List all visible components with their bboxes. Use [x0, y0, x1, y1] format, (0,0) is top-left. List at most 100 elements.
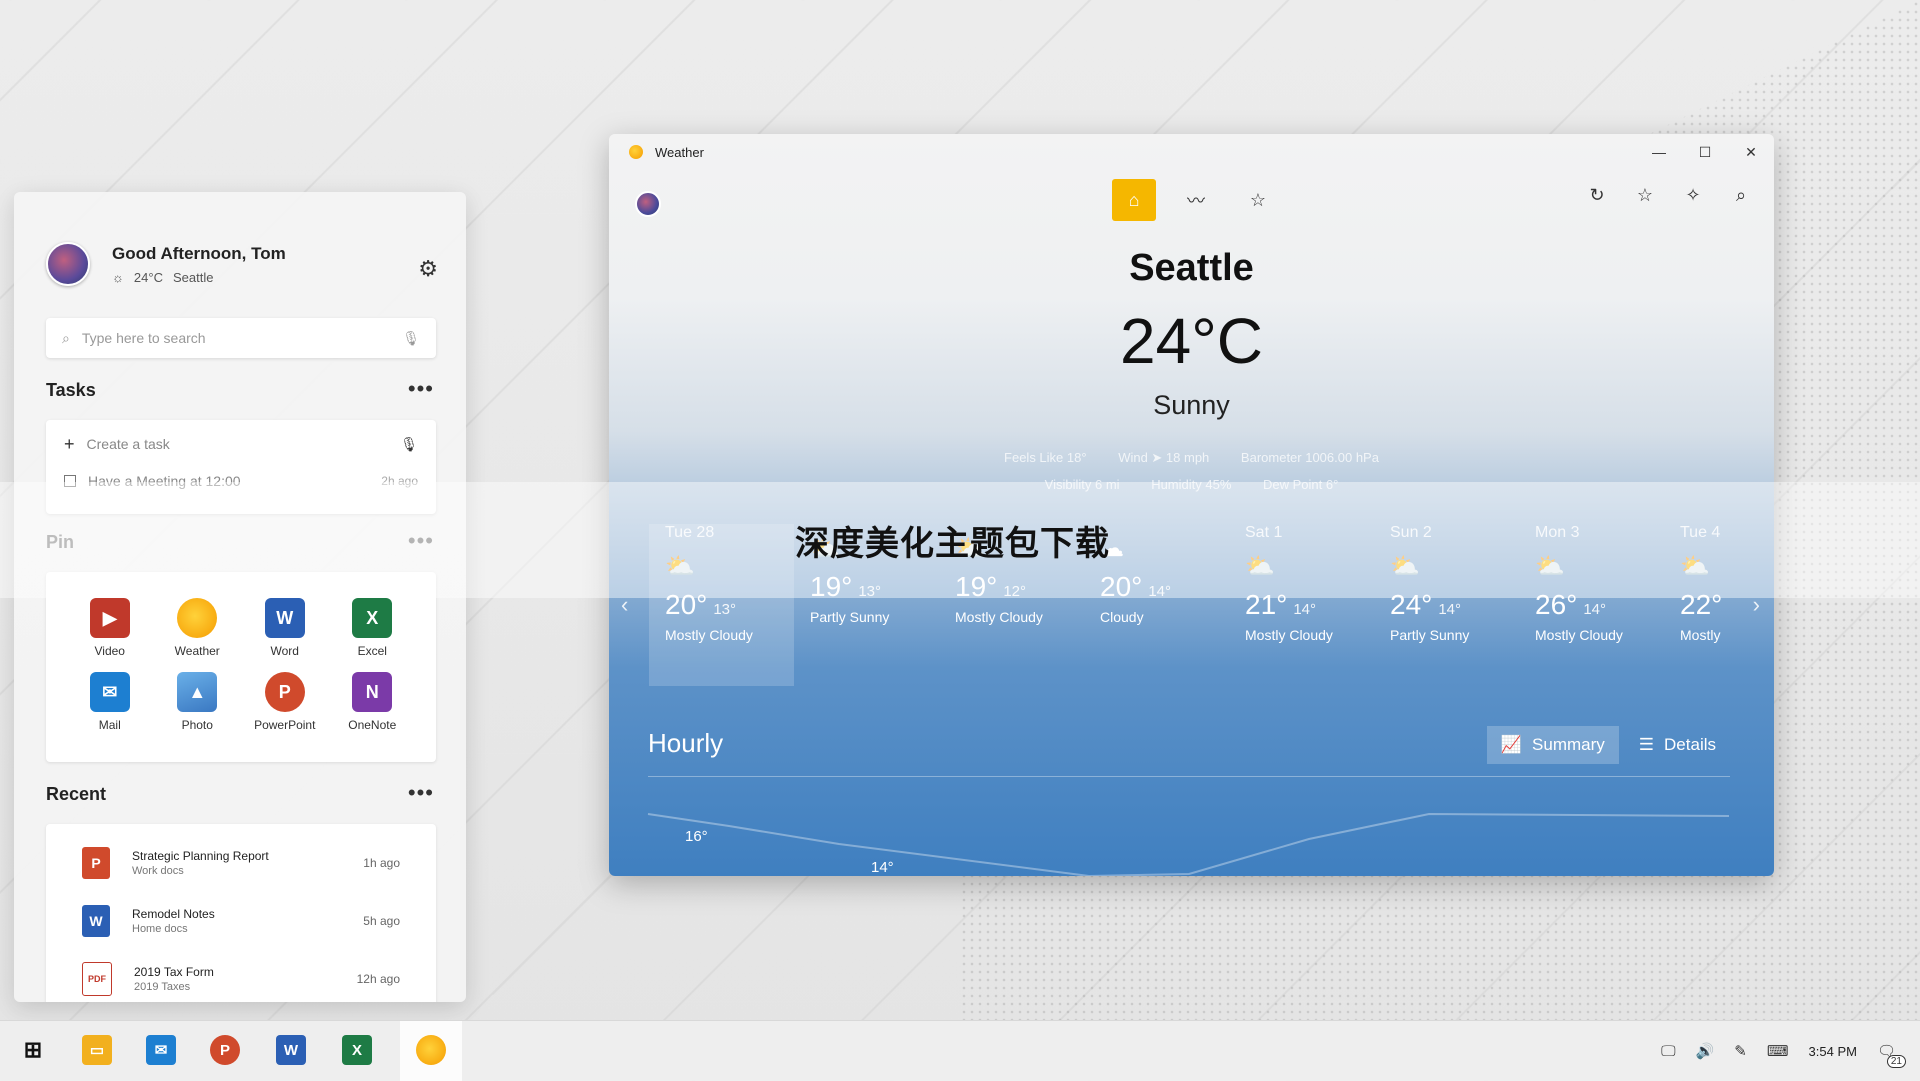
pinned-app-excel[interactable]: X Excel — [329, 598, 417, 658]
search-placeholder: Type here to search — [81, 330, 206, 346]
pen-icon[interactable]: ✎ — [1734, 1042, 1747, 1060]
refresh-icon[interactable]: ↻ — [1580, 178, 1614, 212]
search-input[interactable]: ⌕ Type here to search 🎙 — [46, 318, 436, 358]
gear-icon[interactable]: ⚙ — [418, 256, 438, 282]
forecast-condition: Mostly Cloudy — [665, 627, 753, 643]
recent-name: Strategic Planning Report — [132, 849, 269, 863]
city-name: Seattle — [1129, 247, 1254, 289]
system-tray: 🖵 🔊 ✎ ⌨ 3:54 PM 🗨 21 — [1661, 1021, 1920, 1081]
clock[interactable]: 3:54 PM — [1809, 1044, 1857, 1059]
recent-more-icon[interactable]: ••• — [408, 780, 434, 806]
feels-like: Feels Like 18° — [1004, 450, 1087, 465]
hourly-temp-label: 14° — [871, 859, 894, 876]
forecast-low: 14° — [1293, 601, 1317, 618]
notification-icon[interactable]: 🗨 21 — [1877, 1042, 1906, 1068]
hourly-title: Hourly — [648, 728, 724, 758]
forecast-low: 14° — [1438, 601, 1462, 618]
hourly-temp-label: 16° — [685, 828, 708, 845]
volume-icon[interactable]: 🔊 — [1696, 1042, 1715, 1060]
recent-name: 2019 Tax Form — [134, 965, 214, 979]
create-task-field[interactable]: + Create a task 🎙 — [46, 424, 436, 464]
summary-label: Summary — [1532, 735, 1605, 754]
greeting-city: Seattle — [172, 269, 214, 285]
wind: Wind ➤ 18 mph — [1118, 450, 1210, 465]
file-explorer-icon[interactable]: ▭ — [82, 1035, 112, 1065]
microphone-icon[interactable]: 🎙 — [400, 436, 418, 453]
pinned-app-photo[interactable]: ▲ Photo — [154, 672, 242, 732]
title-bar[interactable]: Weather — [609, 134, 1774, 170]
greeting-weather: ☼ 24°C Seattle — [112, 270, 286, 285]
onenote-icon: N — [352, 672, 393, 712]
search-icon: ⌕ — [62, 329, 70, 346]
powerpoint-icon: P — [264, 672, 305, 712]
app-label: Weather — [174, 644, 220, 658]
recent-item[interactable]: PDF 2019 Tax Form 2019 Taxes 12h ago — [46, 950, 436, 1002]
window-title: Weather — [655, 144, 704, 160]
forecast-condition: Mostly C — [1680, 627, 1723, 643]
current-temperature: 24°C — [1120, 305, 1263, 377]
pinned-app-mail[interactable]: ✉ Mail — [66, 672, 154, 732]
recent-item[interactable]: P Strategic Planning Report Work docs 1h… — [46, 834, 436, 892]
powerpoint-icon[interactable]: P — [210, 1035, 240, 1065]
details-button[interactable]: ☰ Details — [1625, 726, 1730, 764]
recent-title: Recent — [46, 784, 107, 804]
avatar[interactable] — [635, 191, 661, 217]
greeting-title: Good Afternoon, Tom — [112, 243, 286, 263]
greeting-temp: 24°C — [133, 269, 163, 285]
recent-time: 5h ago — [363, 914, 400, 928]
word-icon: W — [264, 598, 305, 638]
forecast-low: 14° — [1583, 601, 1607, 618]
weather-icon[interactable] — [416, 1035, 446, 1065]
app-label: Excel — [357, 644, 387, 658]
weather-toolbar: ↻ ☆ ✧ ⌕ — [1580, 178, 1758, 212]
pinned-app-word[interactable]: W Word — [241, 598, 329, 658]
avatar[interactable] — [46, 242, 90, 286]
forecast-condition: Partly Sunny — [810, 609, 890, 625]
start-icon[interactable]: ⊞ — [18, 1035, 48, 1065]
tasks-more-icon[interactable]: ••• — [408, 376, 434, 402]
video-icon: ▶ — [89, 598, 130, 638]
sun-icon: ☼ — [112, 269, 124, 285]
details-icon: ☰ — [1638, 735, 1655, 754]
pdf-icon: PDF — [82, 962, 112, 996]
hourly-line — [647, 812, 1730, 876]
chart-icon[interactable]: 〰 — [1174, 179, 1218, 221]
keyboard-icon[interactable]: ⌨ — [1767, 1042, 1789, 1060]
trend-icon: 📈 — [1500, 735, 1523, 754]
notification-count: 21 — [1886, 1055, 1906, 1068]
app-label: PowerPoint — [254, 718, 316, 732]
forecast-condition: Partly Sunny — [1390, 627, 1470, 643]
pinned-app-powerpoint[interactable]: P PowerPoint — [241, 672, 329, 732]
close-icon[interactable]: ✕ — [1728, 134, 1774, 170]
summary-button[interactable]: 📈 Summary — [1486, 726, 1619, 764]
home-icon[interactable]: ⌂ — [1112, 179, 1156, 221]
recent-card: P Strategic Planning Report Work docs 1h… — [46, 824, 436, 1002]
weather-app-icon — [629, 145, 643, 159]
star-icon[interactable]: ☆ — [1628, 178, 1662, 212]
minimize-icon[interactable]: — — [1636, 134, 1682, 170]
tasks-title: Tasks — [46, 380, 96, 400]
mail-icon: ✉ — [89, 672, 130, 712]
excel-icon[interactable]: X — [342, 1035, 372, 1065]
weather-nav: ⌂ 〰 ☆ — [1112, 179, 1280, 221]
word-icon[interactable]: W — [276, 1035, 306, 1065]
details-label: Details — [1664, 735, 1716, 754]
network-icon[interactable]: 🖵 — [1661, 1043, 1675, 1060]
create-task-placeholder: Create a task — [86, 436, 170, 452]
mail-icon[interactable]: ✉ — [146, 1035, 176, 1065]
greeting-header: Good Afternoon, Tom ☼ 24°C Seattle — [46, 242, 286, 286]
pinned-app-onenote[interactable]: N OneNote — [329, 672, 417, 732]
word-icon: W — [82, 905, 110, 937]
pin-icon[interactable]: ✧ — [1676, 178, 1710, 212]
maximize-icon[interactable]: ☐ — [1682, 134, 1728, 170]
pinned-app-weather[interactable]: Weather — [154, 598, 242, 658]
plus-icon: + — [64, 433, 75, 454]
favorites-list-icon[interactable]: ☆ — [1236, 179, 1280, 221]
microphone-icon[interactable]: 🎙 — [402, 330, 420, 347]
recent-item[interactable]: W Remodel Notes Home docs 5h ago — [46, 892, 436, 950]
current-condition: Sunny — [1153, 390, 1230, 420]
recent-time: 1h ago — [363, 856, 400, 870]
app-label: Video — [94, 644, 125, 658]
pinned-app-video[interactable]: ▶ Video — [66, 598, 154, 658]
search-icon[interactable]: ⌕ — [1724, 178, 1758, 212]
